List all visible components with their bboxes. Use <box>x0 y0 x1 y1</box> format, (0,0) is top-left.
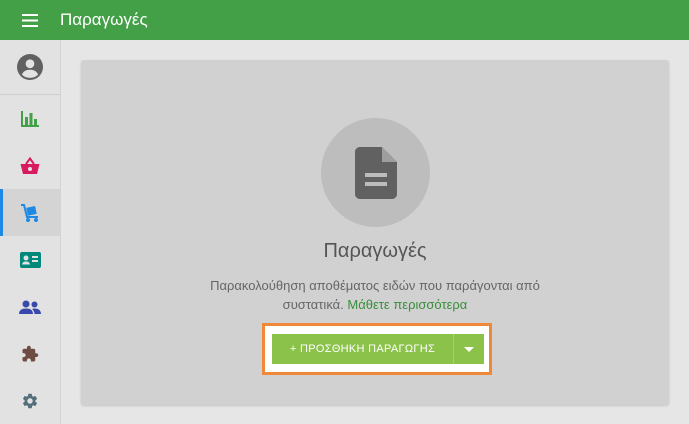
learn-more-link[interactable]: Μάθετε περισσότερα <box>347 297 467 312</box>
hamburger-menu-icon <box>22 13 38 27</box>
sidebar-item-reports[interactable] <box>0 95 60 142</box>
shopping-basket-icon <box>20 156 40 174</box>
account-circle-icon <box>17 54 43 80</box>
puzzle-piece-icon <box>22 345 39 361</box>
gear-icon <box>22 393 38 408</box>
sidebar-item-contacts[interactable] <box>0 236 60 283</box>
empty-state-illustration <box>321 118 430 227</box>
dolly-cart-icon <box>21 203 38 222</box>
sidebar-item-users[interactable] <box>0 283 60 330</box>
add-production-button-group: + ΠΡΟΣΘΗΚΗ ΠΑΡΑΓΩΓΗΣ <box>272 334 484 364</box>
page-title: Παραγωγές <box>60 10 148 29</box>
document-icon <box>354 146 397 199</box>
empty-state-card: Παραγωγές Παρακολούθηση αποθέματος ειδών… <box>81 60 669 405</box>
add-production-dropdown-button[interactable] <box>454 334 484 364</box>
empty-state-description: Παρακολούθηση αποθέματος ειδών που παράγ… <box>205 276 545 314</box>
sidebar <box>0 40 61 424</box>
bar-chart-icon <box>21 110 39 127</box>
caret-down-icon <box>464 346 474 352</box>
contact-card-icon <box>19 251 41 268</box>
sidebar-item-apps[interactable] <box>0 330 60 377</box>
sidebar-item-sales[interactable] <box>0 142 60 189</box>
add-production-highlight: + ΠΡΟΣΘΗΚΗ ΠΑΡΑΓΩΓΗΣ <box>262 323 492 375</box>
empty-state-title: Παραγωγές <box>323 240 427 262</box>
people-icon <box>19 300 41 314</box>
main-content: Παραγωγές Παρακολούθηση αποθέματος ειδών… <box>61 40 689 424</box>
top-app-bar: Παραγωγές <box>0 0 689 40</box>
sidebar-item-productions[interactable] <box>0 189 60 236</box>
sidebar-item-profile[interactable] <box>0 40 60 95</box>
add-production-button[interactable]: + ΠΡΟΣΘΗΚΗ ΠΑΡΑΓΩΓΗΣ <box>272 334 453 364</box>
sidebar-item-settings[interactable] <box>0 377 60 424</box>
menu-button[interactable] <box>0 0 60 40</box>
